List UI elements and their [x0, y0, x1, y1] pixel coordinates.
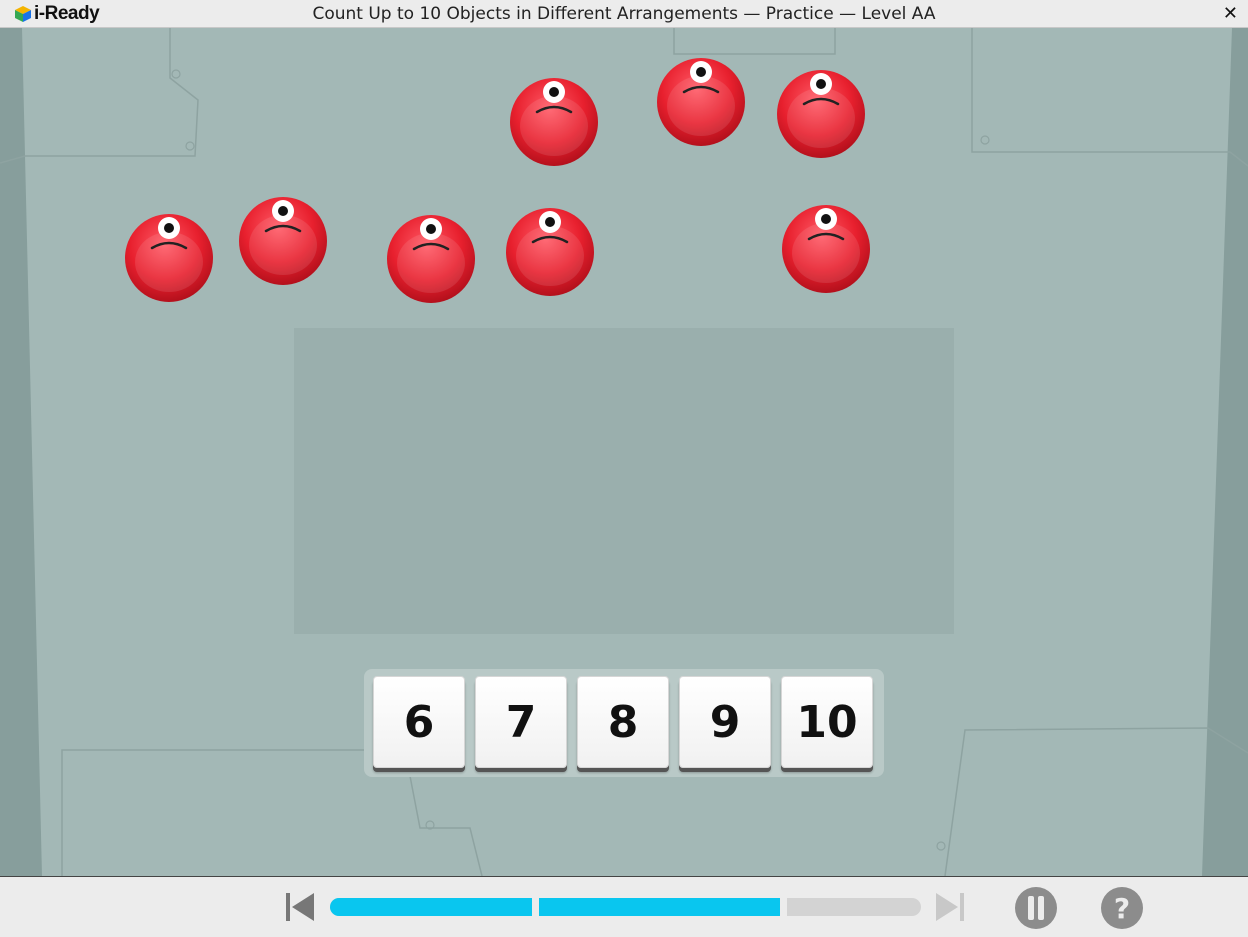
lesson-stage: 6 7 8 9 10 — [0, 28, 1248, 876]
answer-tile-7[interactable]: 7 — [475, 676, 567, 768]
help-icon[interactable]: ? — [1100, 886, 1144, 930]
progress-segment — [539, 898, 780, 916]
pause-icon[interactable] — [1014, 886, 1058, 930]
red-ball-creature — [510, 78, 598, 166]
close-icon[interactable]: ✕ — [1223, 3, 1238, 24]
answer-tile-10[interactable]: 10 — [781, 676, 873, 768]
red-ball-creature — [387, 215, 475, 303]
answer-tile-8[interactable]: 8 — [577, 676, 669, 768]
red-ball-creature — [657, 58, 745, 146]
answer-tile-9[interactable]: 9 — [679, 676, 771, 768]
player-controls: ? — [0, 876, 1248, 937]
svg-text:?: ? — [1114, 892, 1130, 925]
answer-tile-6[interactable]: 6 — [373, 676, 465, 768]
lesson-progress-bar — [330, 898, 921, 916]
window-title: Count Up to 10 Objects in Different Arra… — [312, 4, 936, 24]
red-ball-creature — [506, 208, 594, 296]
red-ball-creature — [125, 214, 213, 302]
title-bar: i-Ready Count Up to 10 Objects in Differ… — [0, 0, 1248, 28]
answer-tray: 6 7 8 9 10 — [364, 669, 884, 777]
skip-back-icon[interactable] — [284, 891, 316, 923]
red-ball-creature — [782, 205, 870, 293]
answer-drop-zone[interactable] — [294, 328, 954, 634]
progress-segment — [330, 898, 532, 916]
red-ball-creature — [239, 197, 327, 285]
red-ball-creature — [777, 70, 865, 158]
skip-forward-icon[interactable] — [934, 891, 966, 923]
progress-segment — [787, 898, 921, 916]
